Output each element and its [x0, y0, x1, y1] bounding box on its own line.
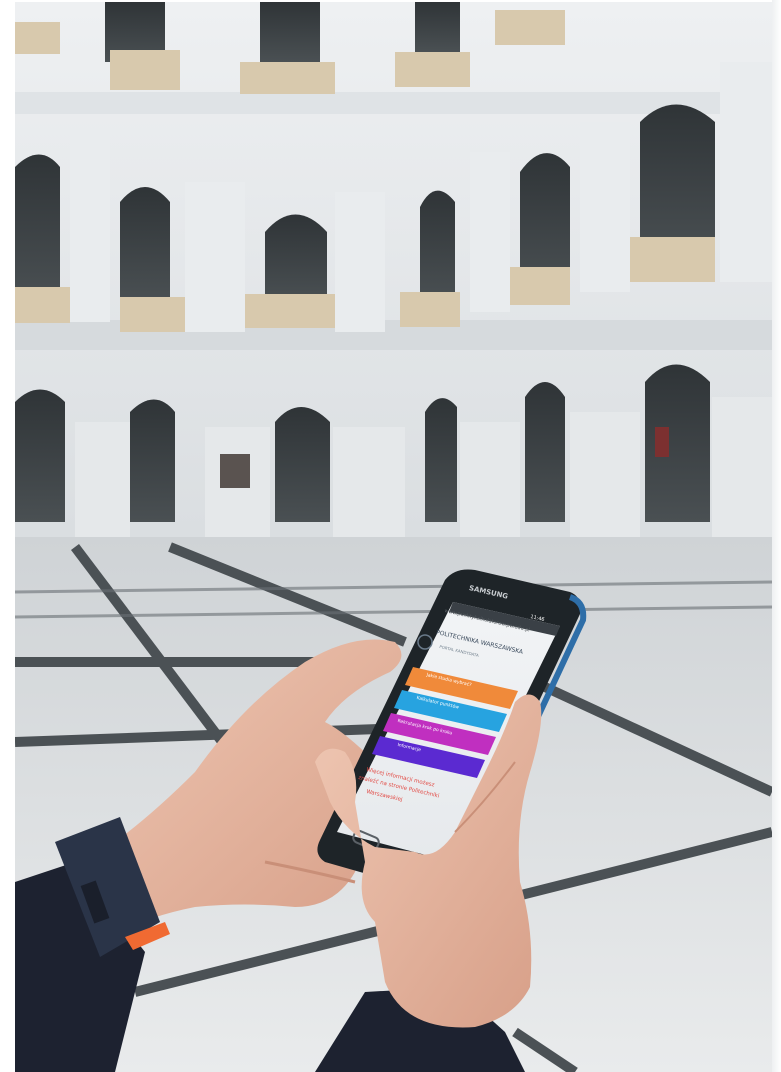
courtyard-scene: [15, 2, 772, 1072]
red-box: [655, 427, 669, 457]
page-edge: [772, 0, 781, 1072]
wall-plaque: [220, 454, 250, 488]
courtyard-photo: SAMSUNG 11:46 www.punktykalkulatorow.pw.…: [15, 2, 772, 1072]
